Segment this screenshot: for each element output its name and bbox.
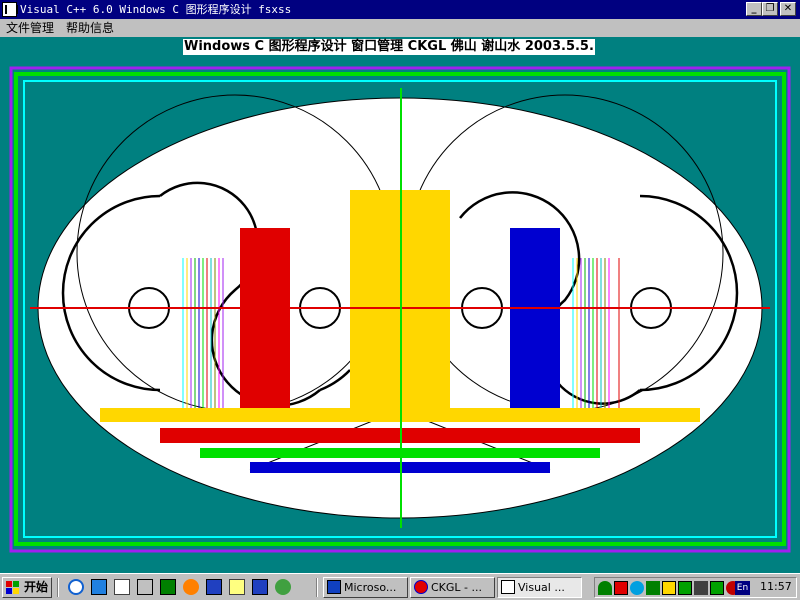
windows-logo-icon: [6, 581, 20, 594]
taskbar-separator: [57, 578, 59, 597]
ie-icon[interactable]: [68, 579, 84, 595]
task-button-microsoft[interactable]: Microso...: [323, 577, 408, 598]
minimize-button[interactable]: _: [746, 2, 762, 16]
shield-icon[interactable]: [646, 581, 660, 595]
graphics-canvas: [9, 66, 791, 553]
canvas-caption: Windows C 图形程序设计 窗口管理 CKGL 佛山 谢山水 2003.5…: [183, 39, 595, 55]
cycle-icon[interactable]: [252, 579, 268, 595]
blue-vertical-bar: [510, 228, 560, 410]
app-icon[interactable]: [2, 2, 18, 17]
language-icon[interactable]: En: [735, 581, 750, 595]
task-label: Microso...: [344, 581, 397, 594]
firefox-icon[interactable]: [183, 579, 199, 595]
pen-icon[interactable]: [114, 579, 130, 595]
word-icon[interactable]: [206, 579, 222, 595]
window-title: Visual C++ 6.0 Windows C 图形程序设计 fsxss: [20, 3, 292, 16]
start-button[interactable]: 开始: [2, 577, 52, 598]
restore-button[interactable]: ❐: [762, 2, 778, 16]
network-icon[interactable]: [614, 581, 628, 595]
clock[interactable]: 11:57: [760, 577, 792, 596]
red-vertical-bar: [240, 228, 290, 410]
task-button-visual[interactable]: Visual ...: [497, 577, 582, 598]
palette-icon[interactable]: [630, 581, 644, 595]
app-vc-icon: [501, 580, 515, 594]
volume-icon[interactable]: [662, 581, 676, 595]
speaker-icon[interactable]: [694, 581, 708, 595]
taskbar: 开始 Microso... CKGL - ... Visual ... En 1…: [0, 573, 800, 600]
task-label: CKGL - ...: [431, 581, 482, 594]
task-label: Visual ...: [518, 581, 565, 594]
start-label: 开始: [24, 580, 49, 594]
printer-icon[interactable]: [710, 581, 724, 595]
umbrella-icon[interactable]: [598, 581, 612, 595]
screen-icon[interactable]: [160, 579, 176, 595]
app-blue-icon: [327, 580, 341, 594]
close-button[interactable]: ✕: [780, 2, 796, 16]
desktop-icon[interactable]: [91, 579, 107, 595]
title-bar[interactable]: Visual C++ 6.0 Windows C 图形程序设计 fsxss _ …: [0, 0, 800, 19]
taskbar-separator: [316, 578, 318, 597]
app-color-icon: [414, 580, 428, 594]
menu-bar: 文件管理 帮助信息: [0, 19, 800, 37]
client-area[interactable]: Windows C 图形程序设计 窗口管理 CKGL 佛山 谢山水 2003.5…: [0, 37, 800, 573]
task-button-ckgl[interactable]: CKGL - ...: [410, 577, 495, 598]
monitor-icon[interactable]: [678, 581, 692, 595]
menu-help-info[interactable]: 帮助信息: [64, 20, 116, 36]
window-icon[interactable]: [137, 579, 153, 595]
magnifier-icon[interactable]: [229, 579, 245, 595]
menu-file-management[interactable]: 文件管理: [4, 20, 56, 36]
recycle-icon[interactable]: [275, 579, 291, 595]
